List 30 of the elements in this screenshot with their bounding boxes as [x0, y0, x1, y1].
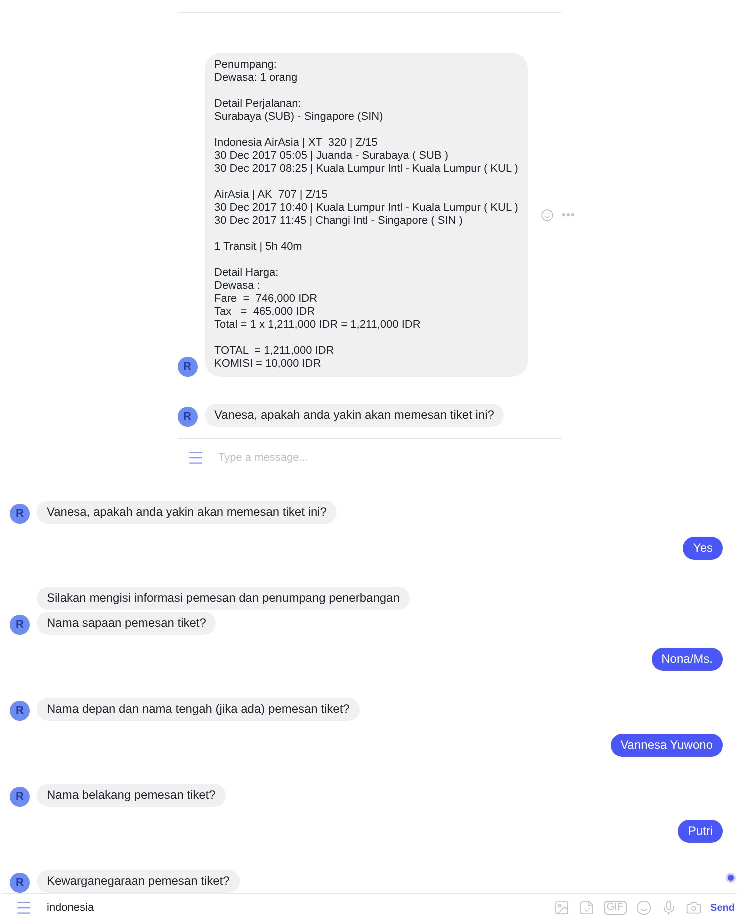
message-bubble: Nama belakang pemesan tiket? [37, 784, 226, 807]
message-bubble: Vanesa, apakah anda yakin akan memesan tiket ini? [37, 501, 337, 524]
more-icon[interactable] [562, 213, 576, 217]
scroll-indicator-icon [726, 873, 736, 883]
avatar: R [178, 407, 198, 427]
message-bubble: Nona/Ms. [652, 648, 723, 671]
image-icon[interactable] [554, 900, 570, 916]
sticker-icon[interactable] [578, 900, 595, 916]
menu-icon[interactable] [15, 899, 33, 917]
avatar: R [10, 873, 30, 893]
message-bubble: Penumpang: Dewasa: 1 orang Detail Perjalanan: Surabaya (SUB) - Singapore (SIN) Indonesia AirAsia | XT 320 | Z/15 30 Dec 2017 05:05 | Juanda - Surabaya ( SUB ) 30 Dec 2017 08:25 | Kuala Lumpur Intl - Kuala Lumpur ( KUL ) AirAsia | AK 707 | Z/15 30 Dec 2017 10:40 | Kuala Lumpur Intl - Kuala Lumpur ( KUL ) 30 Dec 2017 11:45 | Changi Intl - Singapore ( SIN ) 1 Transit | 5h 40m Detail Harga: Dewasa : Fare = 746,000 IDR Tax = 465,000 IDR Total = 1 x 1,211,000 IDR = 1,211,000 IDR TOTAL = 1,211,000 IDR KOMISI = 10,000 IDR [204, 53, 528, 377]
avatar: R [10, 787, 30, 807]
message-bubble: Yes [683, 537, 723, 560]
avatar: R [10, 701, 30, 721]
message-bubble: Silakan mengisi informasi pemesan dan penumpang penerbangan [37, 587, 410, 610]
avatar: R [10, 615, 30, 635]
message-input[interactable]: indonesia [45, 901, 542, 915]
avatar: R [178, 357, 198, 377]
message-bubble: Kewarganegaraan pemesan tiket? [37, 870, 240, 893]
avatar: R [10, 504, 30, 524]
message-input[interactable]: Type a message... [216, 450, 562, 464]
emoji-icon[interactable] [636, 900, 652, 916]
send-button[interactable]: Send [710, 902, 735, 914]
camera-icon[interactable] [686, 900, 702, 916]
message-bubble: Vannesa Yuwono [610, 734, 723, 757]
smile-icon[interactable] [541, 208, 554, 222]
message-bubble: Nama sapaan pemesan tiket? [37, 612, 216, 635]
message-bubble: Vanesa, apakah anda yakin akan memesan tiket ini? [204, 404, 504, 427]
message-bubble: Nama depan dan nama tengah (jika ada) pemesan tiket? [37, 698, 360, 721]
message-bubble: Putri [678, 820, 723, 843]
